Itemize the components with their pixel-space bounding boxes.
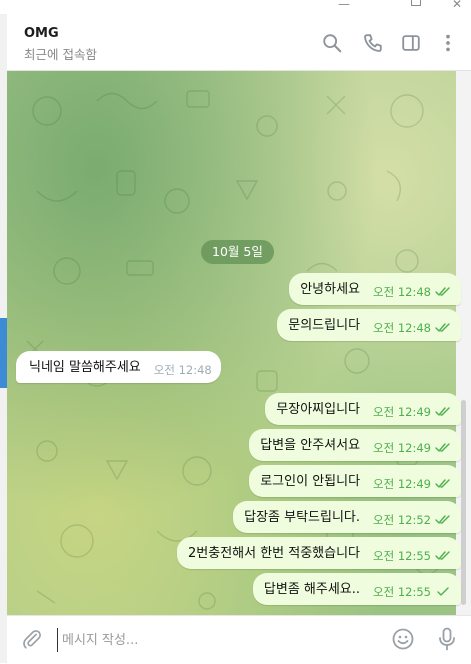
- chat-title[interactable]: OMG: [24, 26, 59, 41]
- message-text: 답변을 안주셔서요: [260, 438, 361, 453]
- paperclip-icon[interactable]: [21, 628, 43, 650]
- message-time: 오전 12:49: [373, 477, 431, 491]
- message-composer: [7, 615, 471, 664]
- double-check-icon: [435, 551, 451, 561]
- message-input[interactable]: [57, 628, 324, 652]
- message-time: 오전 12:48: [373, 321, 431, 335]
- date-separator: 10월 5일: [201, 240, 274, 264]
- message-bubble-outgoing[interactable]: 답변을 안주셔서요 오전 12:49: [249, 429, 461, 461]
- double-check-icon: [435, 515, 451, 525]
- message-time: 오전 12:49: [373, 405, 431, 419]
- maximize-button[interactable]: [407, 0, 425, 13]
- message-area: 10월 5일: [7, 71, 456, 615]
- scrollbar-thumb[interactable]: [461, 400, 466, 605]
- message-bubble-outgoing[interactable]: 답변좀 해주세요.. 오전 12:55: [252, 573, 461, 605]
- close-button[interactable]: ✕: [448, 0, 466, 13]
- double-check-icon: [435, 443, 451, 453]
- message-text: 로그인이 안됩니다: [260, 474, 361, 489]
- active-chat-indicator: [0, 318, 7, 388]
- chat-status: 최근에 접속함: [24, 47, 97, 62]
- message-time: 오전 12:49: [373, 441, 431, 455]
- message-bubble-outgoing[interactable]: 무장아찌입니다 오전 12:49: [265, 393, 461, 425]
- message-bubble-outgoing[interactable]: 답장좀 부탁드립니다. 오전 12:52: [233, 501, 461, 533]
- double-check-icon: [435, 323, 451, 333]
- window-titlebar: — ✕: [0, 0, 471, 14]
- message-bubble-incoming[interactable]: 닉네임 말씀해주세요 오전 12:48: [16, 351, 221, 383]
- microphone-icon[interactable]: [435, 626, 459, 652]
- message-text: 답변좀 해주세요..: [263, 582, 361, 597]
- double-check-icon: [435, 287, 451, 297]
- chat-header: OMG 최근에 접속함: [7, 14, 471, 71]
- message-time: 오전 12:48: [373, 285, 431, 299]
- message-text: 문의드립니다: [288, 318, 361, 333]
- double-check-icon: [435, 479, 451, 489]
- more-icon[interactable]: [437, 32, 459, 54]
- message-time: 오전 12:55: [373, 549, 431, 563]
- emoji-icon[interactable]: [391, 627, 415, 651]
- search-icon[interactable]: [321, 32, 343, 54]
- single-check-icon: [435, 587, 451, 597]
- double-check-icon: [435, 407, 451, 417]
- background-pattern: [26, 90, 441, 610]
- message-text: 2번충전해서 한번 적중했습니다: [188, 546, 361, 561]
- message-bubble-outgoing[interactable]: 안녕하세요 오전 12:48: [289, 273, 461, 305]
- minimize-button[interactable]: —: [335, 0, 353, 13]
- phone-icon[interactable]: [362, 32, 384, 54]
- message-time: 오전 12:48: [153, 363, 212, 377]
- message-text: 닉네임 말씀해주세요: [29, 360, 141, 375]
- sidebar-icon[interactable]: [400, 32, 422, 54]
- message-text: 안녕하세요: [300, 282, 361, 297]
- message-bubble-outgoing[interactable]: 2번충전해서 한번 적중했습니다 오전 12:55: [177, 537, 461, 569]
- message-time: 오전 12:55: [373, 585, 431, 599]
- message-text: 답장좀 부탁드립니다.: [244, 510, 361, 525]
- message-bubble-outgoing[interactable]: 문의드립니다 오전 12:48: [277, 309, 461, 341]
- message-time: 오전 12:52: [373, 513, 431, 527]
- message-bubble-outgoing[interactable]: 로그인이 안됩니다 오전 12:49: [249, 465, 461, 497]
- message-text: 무장아찌입니다: [276, 402, 361, 417]
